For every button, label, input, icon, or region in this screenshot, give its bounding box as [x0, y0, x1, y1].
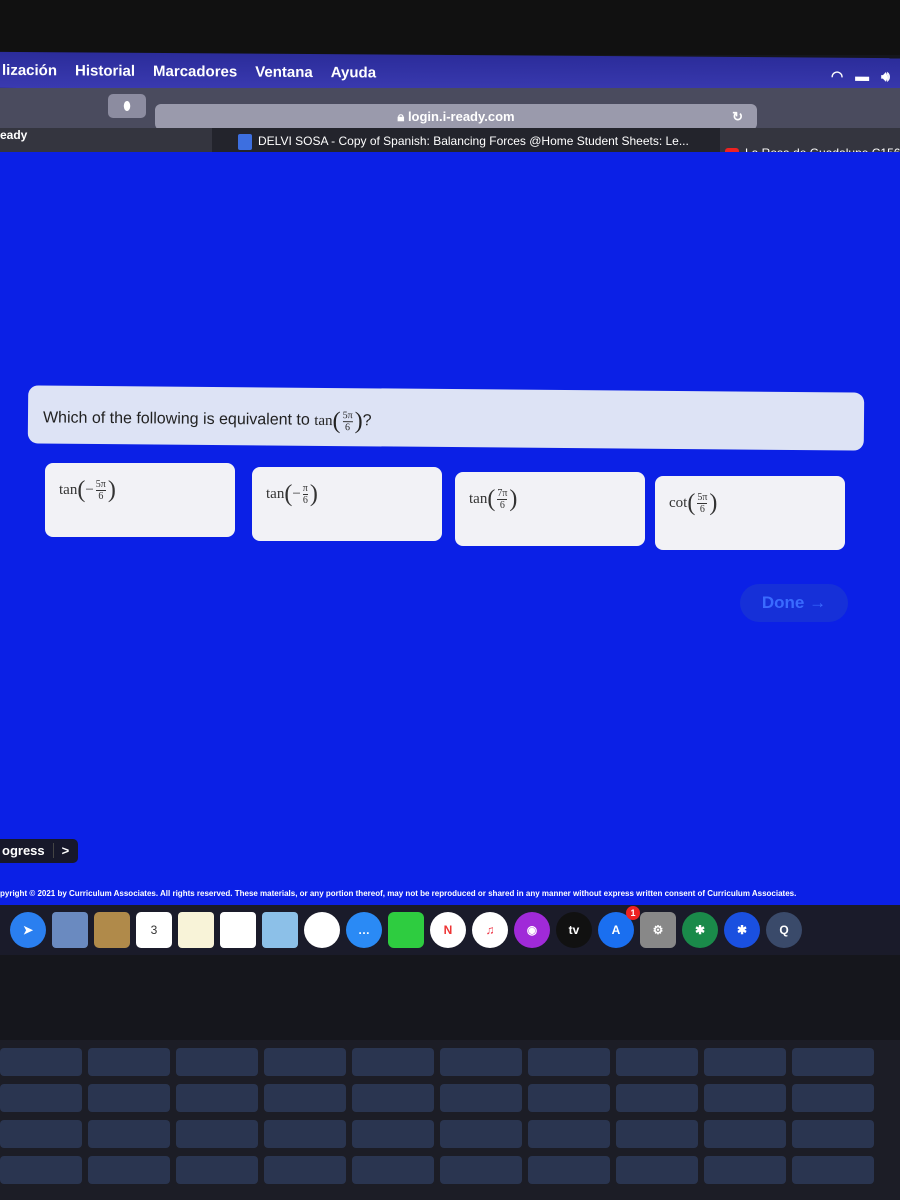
photos-icon[interactable]: ✿	[304, 912, 340, 948]
choice-func: tan	[59, 481, 78, 498]
flag-icon[interactable]: ▬	[855, 67, 869, 84]
choice-num: 7π	[497, 488, 508, 500]
question-num: 5π	[342, 410, 353, 423]
choice-1[interactable]: tan(− 5π 6)	[45, 463, 235, 537]
choice-den: 6	[98, 491, 104, 502]
choice-den: 6	[499, 500, 505, 511]
music-icon[interactable]: ♫	[472, 912, 508, 948]
menu-help[interactable]: Ayuda	[331, 64, 376, 81]
shield-icon[interactable]: ⬮	[108, 94, 146, 118]
question-func: tan	[314, 412, 333, 429]
volume-icon[interactable]: 🔊︎	[881, 68, 890, 85]
maps-icon[interactable]	[262, 912, 298, 948]
choice-func: tan	[469, 490, 488, 507]
messages-icon[interactable]: …	[346, 912, 382, 948]
settings-gear-icon[interactable]: ⚙	[640, 912, 676, 948]
choice-3[interactable]: tan(7π 6)	[455, 472, 645, 546]
choice-num: 5π	[697, 492, 708, 504]
screen-bezel	[0, 0, 900, 55]
notes-icon[interactable]	[178, 912, 214, 948]
menu-view[interactable]: lización	[2, 61, 57, 78]
choice-den: 6	[302, 495, 308, 506]
sidebar-text: eady	[0, 128, 28, 142]
progress-label: ogress	[2, 843, 45, 858]
choice-den: 6	[699, 504, 705, 515]
url-text: login.i-ready.com	[407, 109, 515, 124]
docs-icon	[238, 134, 252, 150]
choice-num: π	[302, 483, 308, 495]
news-icon[interactable]: N	[430, 912, 466, 948]
mail-icon[interactable]	[52, 912, 88, 948]
choice-num: 5π	[95, 479, 106, 491]
done-button[interactable]: Done →	[740, 584, 848, 622]
reload-icon[interactable]: ↻	[732, 104, 743, 130]
menu-bookmarks[interactable]: Marcadores	[153, 62, 237, 80]
contacts-icon[interactable]	[94, 912, 130, 948]
choice-4[interactable]: cot(5π 6)	[655, 476, 845, 550]
safari-icon[interactable]: ➤	[10, 912, 46, 948]
menu-history[interactable]: Historial	[75, 62, 135, 79]
progress-button[interactable]: ogress >	[0, 839, 78, 863]
podcasts-icon[interactable]: ◉	[514, 912, 550, 948]
reminders-icon[interactable]	[220, 912, 256, 948]
quicktime-icon[interactable]: Q	[766, 912, 802, 948]
address-bar[interactable]: 🔒︎ login.i-ready.com ↻	[155, 104, 757, 130]
tab-title: DELVI SOSA - Copy of Spanish: Balancing …	[258, 134, 689, 149]
keyboard	[0, 1040, 900, 1200]
facetime-icon[interactable]	[388, 912, 424, 948]
choice-func: cot	[669, 494, 688, 511]
lock-icon: 🔒︎	[397, 109, 405, 124]
copyright-text: pyright © 2021 by Curriculum Associates.…	[0, 889, 797, 898]
question-text: Which of the following is equivalent to	[42, 409, 310, 429]
question-mark: ?	[362, 412, 372, 430]
question-den: 6	[344, 422, 351, 434]
appletv-icon[interactable]: tv	[556, 912, 592, 948]
appstore-icon[interactable]: A1	[598, 906, 640, 948]
calendar-icon[interactable]: 3	[136, 912, 172, 948]
question-bar: Which of the following is equivalent to …	[27, 385, 865, 451]
choice-2[interactable]: tan(− π 6)	[252, 467, 442, 541]
choice-sign: −	[292, 485, 301, 502]
chevron-right-icon: >	[52, 843, 70, 858]
siri-audio-icon[interactable]: ✱	[724, 912, 760, 948]
choice-sign: −	[85, 481, 94, 498]
notification-badge: 1	[626, 906, 640, 920]
browser-toolbar: ⬮ 🔒︎ login.i-ready.com ↻	[0, 88, 900, 130]
choice-func: tan	[266, 485, 285, 502]
menu-window[interactable]: Ventana	[255, 63, 313, 80]
voice-memos-icon[interactable]: ✱	[682, 912, 718, 948]
lesson-screen: Which of the following is equivalent to …	[0, 152, 900, 912]
dock: ➤ 3 ✿ … N ♫ ◉ tv A1 ⚙ ✱ ✱ Q	[0, 905, 900, 955]
wifi-icon[interactable]: ◠	[831, 67, 843, 84]
